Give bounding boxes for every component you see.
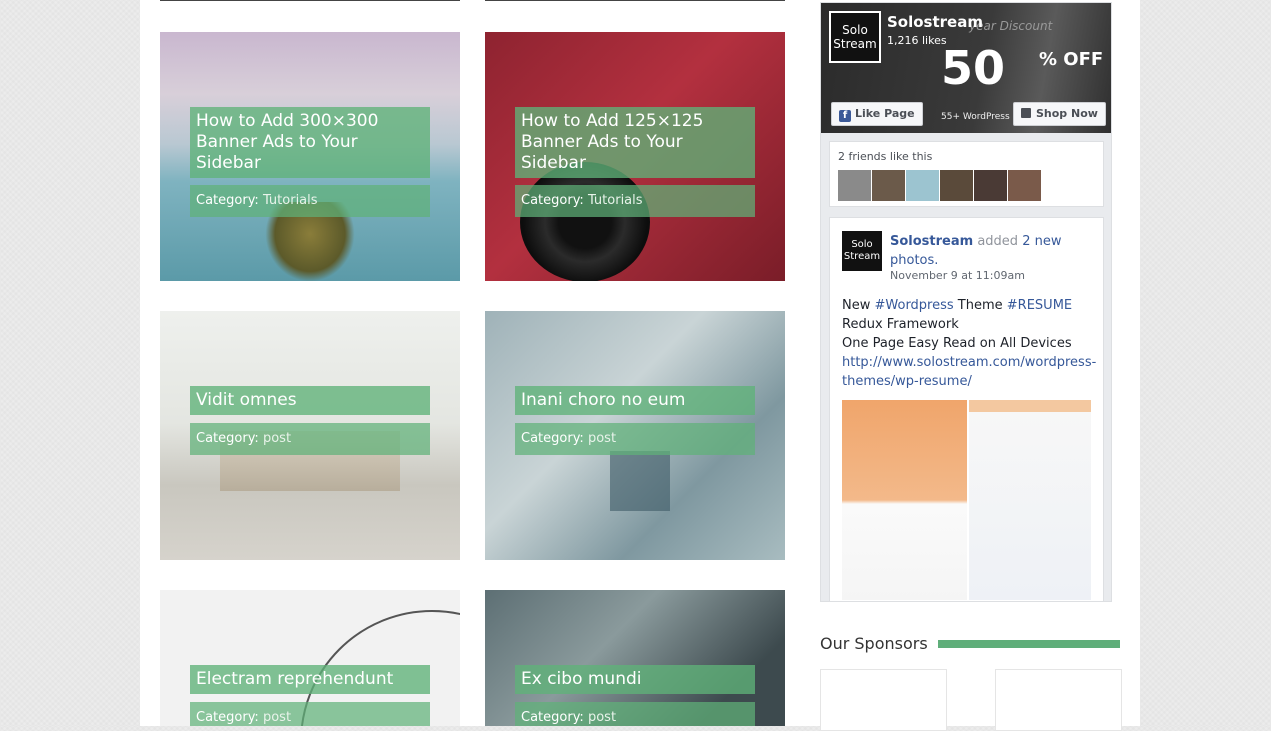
post-photo[interactable]: [842, 400, 967, 600]
previous-post-edge: [485, 0, 785, 1]
post-card[interactable]: Electram reprehendunt Category: post: [160, 590, 460, 726]
category-label: Category:: [521, 710, 584, 725]
post-card[interactable]: Vidit omnes Category: post: [160, 311, 460, 560]
facebook-cover-image[interactable]: year Discount 50 % OFF Solo Stream Solos…: [821, 3, 1111, 133]
page-logo[interactable]: Solo Stream: [829, 11, 881, 63]
facebook-page-widget: year Discount 50 % OFF Solo Stream Solos…: [820, 2, 1112, 602]
post-title[interactable]: How to Add 300×300 Banner Ads to Your Si…: [190, 107, 430, 178]
post-action: added: [977, 234, 1019, 249]
category-link[interactable]: post: [588, 431, 616, 446]
category-link[interactable]: post: [263, 710, 291, 725]
category-link[interactable]: post: [588, 710, 616, 725]
sponsor-ad-slot[interactable]: [820, 669, 947, 731]
like-page-button[interactable]: f Like Page: [831, 102, 923, 126]
avatar[interactable]: [906, 170, 939, 201]
post-header: Solostream added 2 new photos.: [890, 232, 1095, 270]
page-container: How to Add 300×300 Banner Ads to Your Si…: [140, 0, 1140, 731]
category-label: Category:: [521, 431, 584, 446]
shopping-bag-icon: [1021, 108, 1031, 118]
hashtag-resume[interactable]: #RESUME: [1007, 298, 1072, 313]
cover-percent: 50: [941, 41, 1006, 95]
post-url-link[interactable]: http://www.solostream.com/wordpress-them…: [842, 353, 1097, 391]
post-title[interactable]: How to Add 125×125 Banner Ads to Your Si…: [515, 107, 755, 178]
post-category: Category: post: [515, 702, 755, 726]
avatar[interactable]: [1008, 170, 1041, 201]
post-text-prefix: New: [842, 298, 875, 313]
sponsors-heading-bar: [938, 640, 1120, 648]
category-link[interactable]: post: [263, 431, 291, 446]
post-title[interactable]: Electram reprehendunt: [190, 665, 430, 694]
post-card[interactable]: How to Add 125×125 Banner Ads to Your Si…: [485, 32, 785, 281]
avatar[interactable]: [838, 170, 871, 201]
post-line-3: One Page Easy Read on All Devices: [842, 336, 1072, 351]
previous-post-edge: [160, 0, 460, 1]
sponsors-heading: Our Sponsors: [820, 634, 928, 653]
post-category: Category: Tutorials: [190, 185, 430, 217]
sponsor-ad-slot[interactable]: [995, 669, 1122, 731]
category-label: Category:: [521, 193, 584, 208]
post-line-2: Redux Framework: [842, 317, 959, 332]
category-label: Category:: [196, 193, 259, 208]
post-photo[interactable]: [969, 400, 1091, 600]
post-photos: [842, 400, 1092, 600]
category-label: Category:: [196, 431, 259, 446]
post-category: Category: post: [190, 423, 430, 455]
post-title[interactable]: Vidit omnes: [190, 386, 430, 415]
category-link[interactable]: Tutorials: [263, 193, 318, 208]
post-author[interactable]: Solostream: [890, 234, 973, 249]
post-text-mid: Theme: [953, 298, 1007, 313]
post-title[interactable]: Inani choro no eum: [515, 386, 755, 415]
post-category: Category: post: [190, 702, 430, 726]
post-card[interactable]: Inani choro no eum Category: post: [485, 311, 785, 560]
avatar[interactable]: [940, 170, 973, 201]
cover-off-text: % OFF: [1039, 49, 1104, 70]
facebook-post: Solo Stream Solostream added 2 new photo…: [829, 217, 1104, 601]
post-card[interactable]: Ex cibo mundi Category: post: [485, 590, 785, 726]
post-card[interactable]: How to Add 300×300 Banner Ads to Your Si…: [160, 32, 460, 281]
post-date[interactable]: November 9 at 11:09am: [890, 269, 1025, 282]
avatar[interactable]: [974, 170, 1007, 201]
friends-like-text: 2 friends like this: [838, 150, 933, 163]
page-name[interactable]: Solostream: [887, 13, 983, 31]
category-label: Category:: [196, 710, 259, 725]
post-title[interactable]: Ex cibo mundi: [515, 665, 755, 694]
post-category: Category: Tutorials: [515, 185, 755, 217]
friends-like-box: 2 friends like this: [829, 141, 1104, 207]
shop-now-label: Shop Now: [1036, 107, 1098, 120]
like-page-label: Like Page: [855, 107, 915, 120]
avatar[interactable]: [872, 170, 905, 201]
page-likes: 1,216 likes: [887, 34, 947, 47]
post-author-logo[interactable]: Solo Stream: [842, 231, 882, 271]
category-link[interactable]: Tutorials: [588, 193, 643, 208]
post-text: New #Wordpress Theme #RESUME Redux Frame…: [842, 296, 1097, 391]
friend-avatars: [838, 170, 1041, 201]
facebook-f-icon: f: [839, 110, 851, 122]
hashtag-wordpress[interactable]: #Wordpress: [875, 298, 954, 313]
shop-now-button[interactable]: Shop Now: [1013, 102, 1106, 126]
post-category: Category: post: [515, 423, 755, 455]
